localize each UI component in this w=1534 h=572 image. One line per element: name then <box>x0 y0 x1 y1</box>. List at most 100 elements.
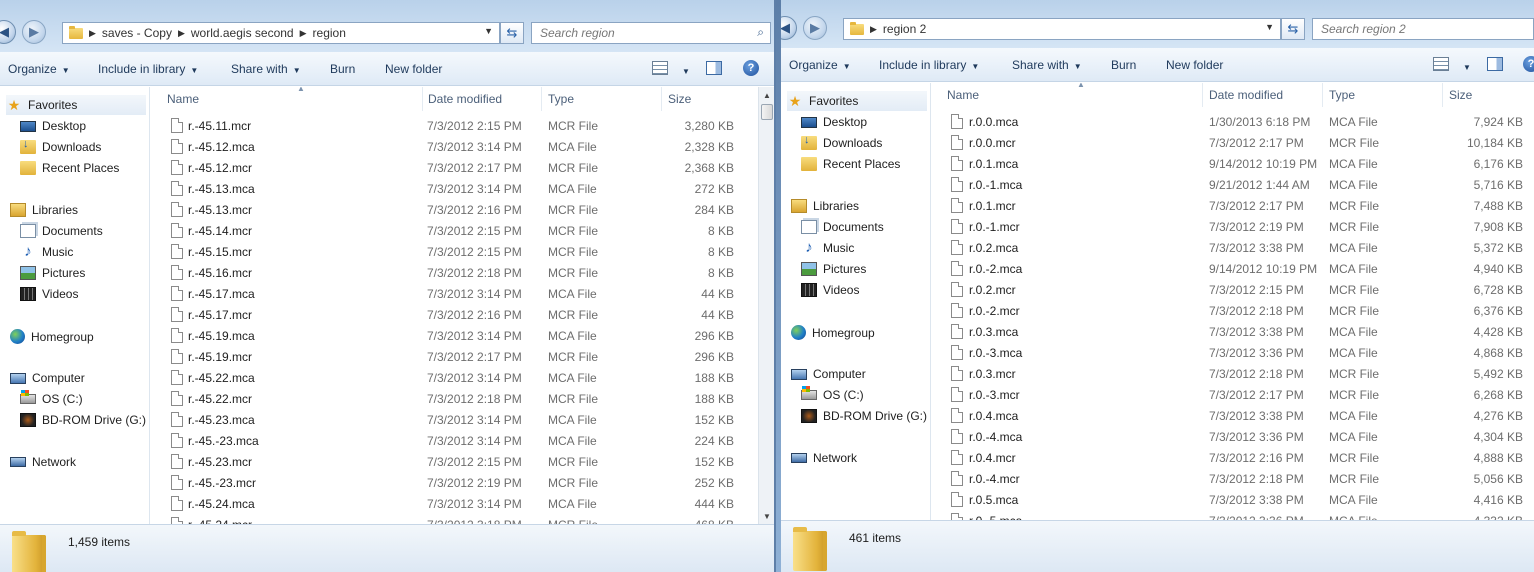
back-button[interactable]: ◀ <box>0 20 16 44</box>
table-row[interactable]: r.-45.19.mca 7/3/2012 3:14 PM MCA File 296 … <box>151 325 751 346</box>
table-row[interactable]: r.-45.22.mca 7/3/2012 3:14 PM MCA File 188 … <box>151 367 751 388</box>
table-row[interactable]: r.-45.23.mca 7/3/2012 3:14 PM MCA File 152 … <box>151 409 751 430</box>
nav-pictures[interactable]: Pictures <box>801 262 866 276</box>
nav-music[interactable]: ♪ Music <box>801 240 854 255</box>
column-header-date[interactable]: Date modified <box>422 87 542 111</box>
new-folder-button[interactable]: New folder <box>1166 58 1223 72</box>
breadcrumb-item[interactable]: region <box>313 26 346 40</box>
forward-button[interactable]: ▶ <box>803 16 827 40</box>
table-row[interactable]: r.0.-2.mca 9/14/2012 10:19 PM MCA File 4,94… <box>931 258 1531 279</box>
nav-videos[interactable]: Videos <box>801 283 859 297</box>
nav-homegroup[interactable]: Homegroup <box>791 325 875 340</box>
nav-libraries[interactable]: Libraries <box>10 203 78 217</box>
nav-network[interactable]: Network <box>791 451 857 465</box>
column-header-name[interactable]: Name ▲ <box>941 83 1203 107</box>
nav-music[interactable]: ♪ Music <box>20 244 73 259</box>
table-row[interactable]: r.0.-2.mcr 7/3/2012 2:18 PM MCR File 6,376 … <box>931 300 1531 321</box>
column-header-size[interactable]: Size <box>1443 83 1534 107</box>
table-row[interactable]: r.0.-5.mca7/3/2012 3:36 PMMCA File4,332 … <box>931 510 1531 520</box>
table-row[interactable]: r.-45.14.mcr 7/3/2012 2:15 PM MCR File 8 KB <box>151 220 751 241</box>
table-row[interactable]: r.-45.17.mcr 7/3/2012 2:16 PM MCR File 44 K… <box>151 304 751 325</box>
search-input[interactable]: Search region ⌕ <box>531 22 771 44</box>
nav-pictures[interactable]: Pictures <box>20 266 85 280</box>
table-row[interactable]: r.-45.16.mcr 7/3/2012 2:18 PM MCR File 8 KB <box>151 262 751 283</box>
preview-pane-icon[interactable] <box>1487 57 1503 71</box>
nav-os-drive[interactable]: OS (C:) <box>801 386 864 402</box>
scroll-up-icon[interactable]: ▲ <box>759 87 774 103</box>
search-input[interactable]: Search region 2 <box>1312 18 1534 40</box>
table-row[interactable]: r.-45.-23.mca 7/3/2012 3:14 PM MCA File 224… <box>151 430 751 451</box>
view-options-chevron-icon[interactable]: ▼ <box>677 63 690 77</box>
change-view-icon[interactable] <box>1433 57 1449 71</box>
nav-documents[interactable]: Documents <box>20 224 103 238</box>
table-row[interactable]: r.-45.19.mcr 7/3/2012 2:17 PM MCR File 296 … <box>151 346 751 367</box>
vertical-scrollbar[interactable]: ▲ ▼ <box>758 87 774 524</box>
nav-recent-places[interactable]: Recent Places <box>801 157 900 171</box>
change-view-icon[interactable] <box>652 61 668 75</box>
table-row[interactable]: r.-45.13.mcr 7/3/2012 2:16 PM MCR File 284 … <box>151 199 751 220</box>
include-in-library-menu[interactable]: Include in library ▼ <box>98 62 198 76</box>
column-header-date[interactable]: Date modified <box>1203 83 1323 107</box>
table-row[interactable]: r.-45.11.mcr 7/3/2012 2:15 PM MCR File 3,28… <box>151 115 751 136</box>
nav-homegroup[interactable]: Homegroup <box>10 329 94 344</box>
column-header-name[interactable]: Name ▲ <box>161 87 423 111</box>
view-options-chevron-icon[interactable]: ▼ <box>1458 59 1471 73</box>
include-in-library-menu[interactable]: Include in library ▼ <box>879 58 979 72</box>
table-row[interactable]: r.0.-4.mca 7/3/2012 3:36 PM MCA File 4,304 … <box>931 426 1531 447</box>
table-row[interactable]: r.-45.12.mca 7/3/2012 3:14 PM MCA File 2,32… <box>151 136 751 157</box>
table-row[interactable]: r.0.5.mca 7/3/2012 3:38 PM MCA File 4,416 K… <box>931 489 1531 510</box>
breadcrumb-item[interactable]: region 2 <box>883 22 926 36</box>
column-header-size[interactable]: Size <box>662 87 752 111</box>
breadcrumb-item[interactable]: saves - Copy <box>102 26 172 40</box>
table-row[interactable]: r.0.1.mcr 7/3/2012 2:17 PM MCR File 7,488 K… <box>931 195 1531 216</box>
table-row[interactable]: r.-45.23.mcr 7/3/2012 2:15 PM MCR File 152 … <box>151 451 751 472</box>
table-row[interactable]: r.-45.15.mcr 7/3/2012 2:15 PM MCR File 8 KB <box>151 241 751 262</box>
nav-computer[interactable]: Computer <box>791 367 866 381</box>
organize-menu[interactable]: Organize ▼ <box>8 62 70 76</box>
table-row[interactable]: r.0.-4.mcr 7/3/2012 2:18 PM MCR File 5,056 … <box>931 468 1531 489</box>
help-icon[interactable]: ? <box>743 60 759 76</box>
nav-libraries[interactable]: Libraries <box>791 199 859 213</box>
nav-recent-places[interactable]: Recent Places <box>20 161 119 175</box>
refresh-button[interactable]: ⇆ <box>1281 18 1305 40</box>
table-row[interactable]: r.-45.13.mca 7/3/2012 3:14 PM MCA File 272 … <box>151 178 751 199</box>
share-with-menu[interactable]: Share with ▼ <box>1012 58 1082 72</box>
address-box[interactable]: ▶ region 2 ▼ <box>843 18 1281 40</box>
table-row[interactable]: r.-45.24.mca 7/3/2012 3:14 PM MCA File 444 … <box>151 493 751 514</box>
table-row[interactable]: r.-45.12.mcr 7/3/2012 2:17 PM MCR File 2,36… <box>151 157 751 178</box>
nav-desktop[interactable]: Desktop <box>801 115 867 129</box>
nav-network[interactable]: Network <box>10 455 76 469</box>
nav-bdrom-drive[interactable]: BD-ROM Drive (G:) D <box>20 413 149 427</box>
nav-computer[interactable]: Computer <box>10 371 85 385</box>
nav-documents[interactable]: Documents <box>801 220 884 234</box>
column-header-type[interactable]: Type <box>542 87 662 111</box>
table-row[interactable]: r.0.4.mcr 7/3/2012 2:16 PM MCR File 4,888 K… <box>931 447 1531 468</box>
table-row[interactable]: r.0.3.mcr 7/3/2012 2:18 PM MCR File 5,492 K… <box>931 363 1531 384</box>
nav-videos[interactable]: Videos <box>20 287 78 301</box>
organize-menu[interactable]: Organize ▼ <box>789 58 851 72</box>
forward-button[interactable]: ▶ <box>22 20 46 44</box>
burn-button[interactable]: Burn <box>1111 58 1136 72</box>
table-row[interactable]: r.0.0.mca 1/30/2013 6:18 PM MCA File 7,924 … <box>931 111 1531 132</box>
refresh-button[interactable]: ⇆ <box>500 22 524 44</box>
table-row[interactable]: r.0.-3.mcr 7/3/2012 2:17 PM MCR File 6,268 … <box>931 384 1531 405</box>
column-header-type[interactable]: Type <box>1323 83 1443 107</box>
table-row[interactable]: r.0.-1.mcr 7/3/2012 2:19 PM MCR File 7,908 … <box>931 216 1531 237</box>
table-row[interactable]: r.-45.24.mcr7/3/2012 3:18 PMMCR File468 … <box>151 514 751 524</box>
nav-desktop[interactable]: Desktop <box>20 119 86 133</box>
nav-downloads[interactable]: Downloads <box>20 138 101 154</box>
table-row[interactable]: r.0.-3.mca 7/3/2012 3:36 PM MCA File 4,868 … <box>931 342 1531 363</box>
table-row[interactable]: r.0.1.mca 9/14/2012 10:19 PM MCA File 6,176… <box>931 153 1531 174</box>
table-row[interactable]: r.0.-1.mca 9/21/2012 1:44 AM MCA File 5,716… <box>931 174 1531 195</box>
preview-pane-icon[interactable] <box>706 61 722 75</box>
address-box[interactable]: ▶ saves - Copy ▶ world.aegis second ▶ re… <box>62 22 500 44</box>
new-folder-button[interactable]: New folder <box>385 62 442 76</box>
nav-downloads[interactable]: Downloads <box>801 134 882 150</box>
chevron-down-icon[interactable]: ▼ <box>1265 22 1274 32</box>
nav-favorites[interactable]: ★ Favorites <box>6 95 146 115</box>
table-row[interactable]: r.-45.22.mcr 7/3/2012 2:18 PM MCR File 188 … <box>151 388 751 409</box>
help-icon[interactable]: ? <box>1523 56 1534 72</box>
table-row[interactable]: r.0.4.mca 7/3/2012 3:38 PM MCA File 4,276 K… <box>931 405 1531 426</box>
share-with-menu[interactable]: Share with ▼ <box>231 62 301 76</box>
search-icon[interactable]: ⌕ <box>757 25 764 40</box>
